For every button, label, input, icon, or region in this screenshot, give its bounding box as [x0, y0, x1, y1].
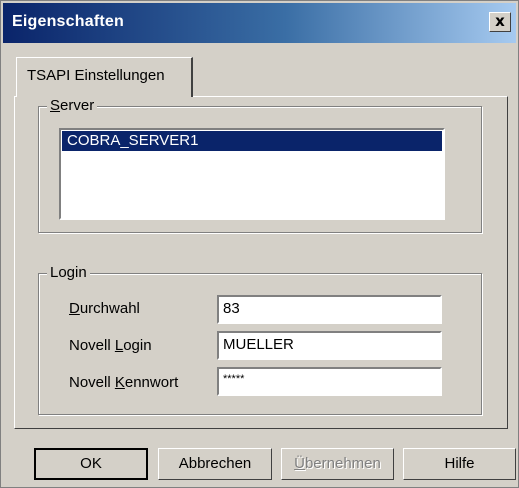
- window-title: Eigenschaften: [12, 13, 124, 30]
- durchwahl-field[interactable]: 83: [217, 295, 442, 324]
- help-button[interactable]: Hilfe: [403, 448, 516, 480]
- ok-button[interactable]: OK: [34, 448, 148, 480]
- durchwahl-label: Durchwahl: [69, 300, 140, 317]
- list-item[interactable]: COBRA_SERVER1: [62, 131, 442, 151]
- close-icon: x: [495, 12, 505, 30]
- login-group-label: Login: [47, 264, 90, 281]
- novell-login-label: Novell Login: [69, 337, 152, 354]
- server-group-label: Server: [47, 97, 98, 114]
- tab-tsapi-einstellungen[interactable]: TSAPI Einstellungen: [16, 57, 193, 97]
- cancel-button[interactable]: Abbrechen: [158, 448, 272, 480]
- tab-label: TSAPI Einstellungen: [27, 67, 165, 84]
- properties-dialog: Eigenschaften x TSAPI Einstellungen Serv…: [0, 0, 519, 488]
- close-button[interactable]: x: [489, 12, 511, 32]
- novell-kennwort-field[interactable]: *****: [217, 367, 442, 396]
- novell-kennwort-label: Novell Kennwort: [69, 374, 179, 391]
- apply-button[interactable]: Übernehmen: [281, 448, 394, 480]
- title-bar[interactable]: Eigenschaften x: [3, 3, 516, 43]
- novell-login-field[interactable]: MUELLER: [217, 331, 442, 360]
- server-listbox[interactable]: COBRA_SERVER1: [59, 128, 445, 220]
